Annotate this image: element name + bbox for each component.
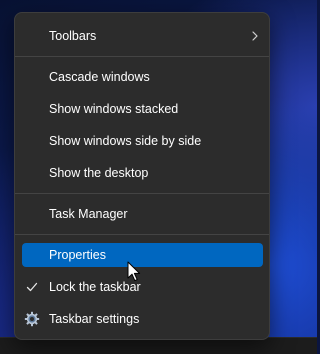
menu-item-show-windows-stacked[interactable]: Show windows stacked	[22, 97, 263, 121]
menu-separator	[15, 234, 269, 235]
menu-item-label: Toolbars	[49, 29, 97, 43]
menu-item-label: Show the desktop	[49, 166, 149, 180]
menu-separator	[15, 56, 269, 57]
gear-icon	[24, 311, 40, 327]
chevron-right-icon	[252, 31, 258, 41]
taskbar-context-menu: Toolbars Cascade windows Show windows st…	[14, 12, 270, 340]
menu-item-taskbar-settings[interactable]: Taskbar settings	[22, 307, 263, 331]
menu-item-properties[interactable]: Properties	[22, 243, 263, 267]
menu-separator	[15, 193, 269, 194]
menu-item-label: Show windows stacked	[49, 102, 179, 116]
menu-item-show-the-desktop[interactable]: Show the desktop	[22, 161, 263, 185]
checkmark-icon	[26, 282, 38, 292]
menu-item-label: Properties	[49, 248, 106, 262]
menu-item-label: Cascade windows	[49, 70, 150, 84]
menu-item-task-manager[interactable]: Task Manager	[22, 202, 263, 226]
menu-item-cascade-windows[interactable]: Cascade windows	[22, 65, 263, 89]
mouse-cursor-icon	[127, 261, 141, 282]
menu-item-label: Task Manager	[49, 207, 128, 221]
menu-item-toolbars[interactable]: Toolbars	[22, 24, 263, 48]
menu-item-label: Taskbar settings	[49, 312, 140, 326]
menu-item-label: Show windows side by side	[49, 134, 202, 148]
menu-item-show-windows-side-by-side[interactable]: Show windows side by side	[22, 129, 263, 153]
menu-item-lock-the-taskbar[interactable]: Lock the taskbar	[22, 275, 263, 299]
